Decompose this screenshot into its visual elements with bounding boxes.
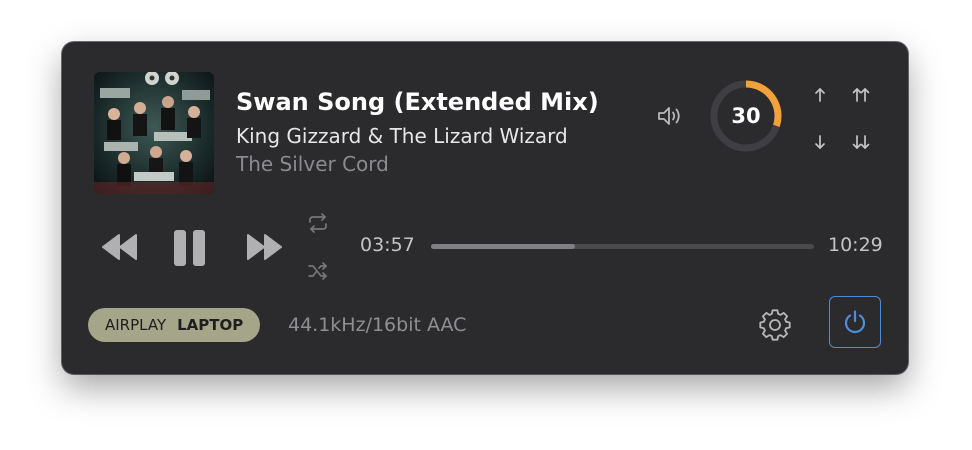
output-protocol: AIRPLAY bbox=[105, 316, 167, 334]
shuffle-icon bbox=[308, 262, 327, 280]
power-button[interactable] bbox=[829, 296, 881, 348]
progress-fill bbox=[431, 244, 576, 249]
rewind-button[interactable] bbox=[100, 232, 140, 262]
track-title: Swan Song (Extended Mix) bbox=[236, 88, 599, 116]
audio-format: 44.1kHz/16bit AAC bbox=[288, 314, 467, 336]
pause-icon bbox=[174, 230, 205, 266]
elapsed-time: 03:57 bbox=[360, 234, 415, 256]
track-artist[interactable]: King Gizzard & The Lizard Wizard bbox=[236, 124, 568, 148]
album-art bbox=[94, 72, 214, 194]
arrow-up-icon[interactable] bbox=[807, 82, 833, 108]
pause-button[interactable] bbox=[172, 228, 208, 268]
rewind-icon bbox=[102, 234, 137, 260]
repeat-icon bbox=[309, 213, 327, 233]
repeat-button[interactable] bbox=[306, 211, 330, 235]
volume-value: 30 bbox=[731, 104, 761, 128]
arrow-down-icon[interactable] bbox=[807, 129, 833, 155]
total-time: 10:29 bbox=[828, 234, 883, 256]
gear-icon bbox=[759, 309, 791, 341]
fast-forward-icon bbox=[247, 234, 282, 260]
shuffle-button[interactable] bbox=[306, 259, 330, 283]
power-icon bbox=[844, 310, 866, 334]
player-panel: Swan Song (Extended Mix) King Gizzard & … bbox=[62, 42, 908, 374]
double-arrow-up-icon[interactable] bbox=[848, 82, 874, 108]
settings-button[interactable] bbox=[758, 308, 792, 342]
output-device-badge[interactable]: AIRPLAY LAPTOP bbox=[88, 308, 261, 342]
speaker-icon[interactable] bbox=[656, 105, 684, 127]
double-arrow-down-icon[interactable] bbox=[848, 129, 874, 155]
progress-bar[interactable] bbox=[431, 244, 814, 249]
track-album[interactable]: The Silver Cord bbox=[236, 152, 389, 176]
output-device: LAPTOP bbox=[177, 316, 244, 334]
fast-forward-button[interactable] bbox=[244, 232, 284, 262]
